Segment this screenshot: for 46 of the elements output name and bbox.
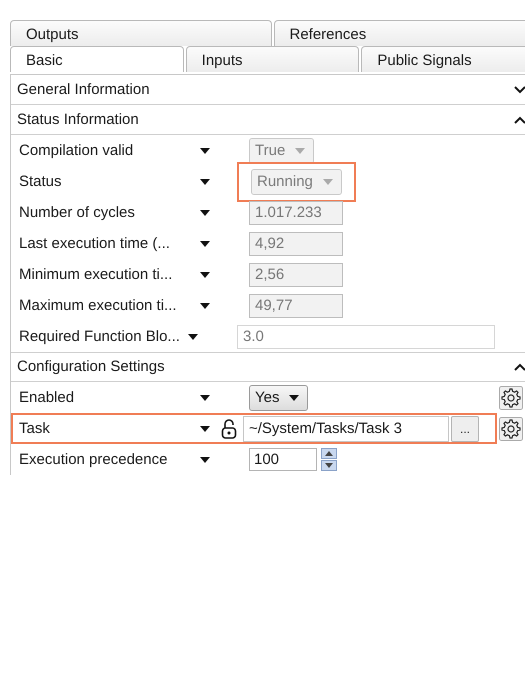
browse-button[interactable]: ... <box>451 416 479 442</box>
property-label: Compilation valid <box>19 142 134 159</box>
property-label: Execution precedence <box>19 451 168 468</box>
number-field[interactable]: 100 <box>249 448 317 471</box>
chevron-icon <box>514 86 525 94</box>
tab[interactable]: Inputs <box>186 46 360 72</box>
property-label: Enabled <box>19 389 76 406</box>
caret-icon[interactable] <box>200 240 210 246</box>
settings-button[interactable] <box>499 416 523 440</box>
caret-icon[interactable] <box>200 178 210 184</box>
caret-icon <box>289 394 300 400</box>
decrement-button[interactable] <box>321 460 337 471</box>
readonly-field: 49,77 <box>249 294 343 318</box>
property-label: Minimum execution ti... <box>19 266 174 283</box>
property-label: Last execution time (... <box>19 235 171 252</box>
unlocked-padlock-icon[interactable] <box>221 418 237 438</box>
property-label: Number of cycles <box>19 204 136 221</box>
readonly-field: 4,92 <box>249 232 343 256</box>
settings-button[interactable] <box>499 386 523 410</box>
dropdown[interactable]: Yes <box>249 384 308 410</box>
caret-icon[interactable] <box>200 456 210 462</box>
tab[interactable]: Outputs <box>10 20 272 46</box>
caret-icon[interactable] <box>200 210 210 216</box>
section-header[interactable]: Configuration Settings <box>11 352 525 382</box>
tab[interactable]: References <box>274 20 525 46</box>
caret-icon[interactable] <box>188 334 198 340</box>
tab[interactable]: Public Signals <box>361 46 525 72</box>
caret-icon[interactable] <box>200 426 210 432</box>
chevron-icon <box>514 362 525 370</box>
caret-icon[interactable] <box>200 148 210 154</box>
property-label: Maximum execution ti... <box>19 297 178 314</box>
chevron-icon <box>514 116 525 124</box>
caret-icon[interactable] <box>200 272 210 278</box>
caret-icon[interactable] <box>200 394 210 400</box>
readonly-field: 2,56 <box>249 262 343 286</box>
property-label: Status <box>19 173 63 190</box>
caret-icon[interactable] <box>200 302 210 308</box>
property-label: Required Function Blo... <box>19 328 181 345</box>
increment-button[interactable] <box>321 448 337 459</box>
caret-icon <box>295 148 306 154</box>
readonly-field: 1.017.233 <box>249 200 343 224</box>
caret-icon <box>322 178 333 184</box>
tab[interactable]: Basic <box>10 46 184 72</box>
text-field[interactable]: 3.0 <box>237 324 495 348</box>
path-field[interactable]: ~/System/Tasks/Task 3 <box>243 416 449 442</box>
property-label: Task <box>19 420 51 437</box>
